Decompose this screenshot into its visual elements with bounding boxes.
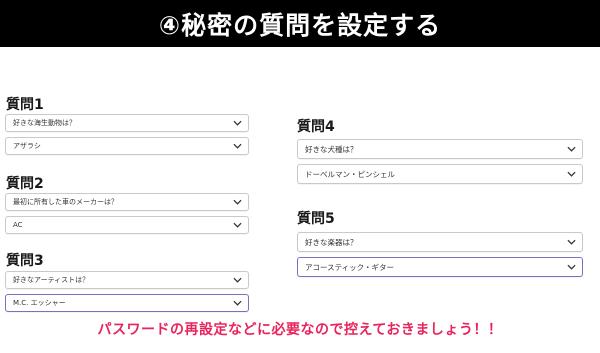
answer-4-select[interactable]: ドーベルマン・ピンシェル: [297, 164, 583, 184]
chevron-down-icon: [233, 300, 242, 306]
question-2-select[interactable]: 最初に所有した車のメーカーは？: [5, 193, 249, 211]
chevron-down-icon: [567, 239, 576, 245]
reminder-note: パスワードの再設定などに必要なので控えておきましょう！！: [97, 322, 503, 338]
answer-3-select-value: M.C. エッシャー: [13, 299, 66, 307]
question-5-heading: 質問5: [297, 211, 335, 227]
answer-1-select[interactable]: アザラシ: [5, 137, 249, 155]
answer-2-select[interactable]: AC: [5, 216, 249, 234]
answer-4-select-value: ドーベルマン・ピンシェル: [305, 169, 395, 179]
question-3-select-value: 好きなアーティストは？: [13, 276, 90, 284]
chevron-down-icon: [233, 277, 242, 283]
answer-2-select-value: AC: [13, 221, 23, 229]
question-1-heading: 質問1: [6, 97, 44, 113]
chevron-down-icon: [567, 264, 576, 270]
question-2-heading: 質問2: [6, 176, 44, 192]
answer-5-select-value: アコースティック・ギター: [305, 262, 395, 272]
question-4-select-value: 好きな犬種は？: [305, 144, 358, 154]
question-4-select[interactable]: 好きな犬種は？: [297, 139, 583, 159]
answer-5-select[interactable]: アコースティック・ギター: [297, 257, 583, 277]
answer-1-select-value: アザラシ: [13, 142, 41, 150]
question-3-select[interactable]: 好きなアーティストは？: [5, 271, 249, 289]
chevron-down-icon: [233, 222, 242, 228]
question-5-select-value: 好きな楽器は？: [305, 237, 358, 247]
chevron-down-icon: [233, 143, 242, 149]
chevron-down-icon: [567, 171, 576, 177]
title-banner: ④秘密の質問を設定する: [0, 0, 600, 47]
chevron-down-icon: [233, 199, 242, 205]
answer-3-select[interactable]: M.C. エッシャー: [5, 294, 249, 312]
question-1-select[interactable]: 好きな海生動物は？: [5, 114, 249, 132]
chevron-down-icon: [567, 146, 576, 152]
question-5-select[interactable]: 好きな楽器は？: [297, 232, 583, 252]
question-2-select-value: 最初に所有した車のメーカーは？: [13, 198, 118, 206]
question-4-heading: 質問4: [297, 119, 335, 135]
question-3-heading: 質問3: [6, 253, 44, 269]
chevron-down-icon: [233, 120, 242, 126]
question-1-select-value: 好きな海生動物は？: [13, 119, 76, 127]
page-title: ④秘密の質問を設定する: [158, 10, 442, 40]
